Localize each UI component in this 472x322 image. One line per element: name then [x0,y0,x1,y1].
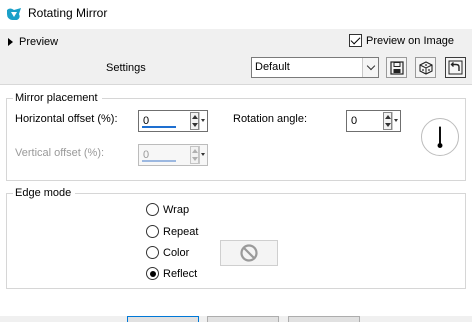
app-logo-icon [7,8,21,20]
angle-dial-icon[interactable] [421,118,459,156]
reset-button[interactable] [445,57,466,78]
edge-mode-reflect-option[interactable]: Reflect [146,267,197,280]
dropdown-arrow-icon [199,146,206,164]
dice-icon [418,60,433,75]
save-preset-button[interactable] [386,57,407,78]
preset-dropdown[interactable]: Default [251,57,379,78]
spin-arrows-icon[interactable] [383,112,392,130]
spin-arrows-icon[interactable] [190,112,199,130]
settings-panel: Mirror placement Horizontal offset (%): … [0,84,472,316]
floppy-disk-icon [389,60,404,75]
preview-on-image-checkbox[interactable]: Preview on Image [349,34,454,47]
settings-bar: Settings Default [0,54,472,82]
preview-label: Preview [19,36,59,48]
preview-bar: Preview Preview on Image [0,29,472,54]
window-title: Rotating Mirror [28,6,108,20]
horizontal-offset-spinner[interactable]: 0 [138,110,208,132]
edge-mode-reflect-label: Reflect [163,267,198,280]
radio-icon[interactable] [146,246,159,259]
cancel-button[interactable] [207,316,279,322]
vertical-offset-label: Vertical offset (%): [15,147,105,159]
randomize-button[interactable] [415,57,436,78]
no-color-icon [240,244,258,262]
edge-mode-repeat-option[interactable]: Repeat [146,225,198,238]
rotation-angle-spinner[interactable]: 0 [346,110,401,132]
preset-value: Default [255,61,290,73]
expand-arrow-icon [8,38,13,46]
edge-mode-color-label: Color [163,246,190,259]
value-slider-bar [142,160,176,162]
horizontal-offset-label: Horizontal offset (%): [15,113,118,125]
rotation-angle-value[interactable]: 0 [351,115,357,127]
radio-icon[interactable] [146,203,159,216]
ok-button[interactable] [127,316,199,322]
help-button[interactable] [288,316,360,322]
preview-on-image-label: Preview on Image [366,34,455,47]
spin-arrows-icon [190,146,199,164]
vertical-offset-spinner: 0 [138,144,208,166]
edge-mode-repeat-label: Repeat [163,225,199,238]
chevron-down-icon[interactable] [362,58,378,77]
mirror-placement-group: Mirror placement Horizontal offset (%): … [6,92,466,181]
dropdown-arrow-icon[interactable] [199,112,206,130]
edge-mode-heading: Edge mode [13,187,76,199]
preview-expander[interactable]: Preview [8,36,58,48]
radio-icon[interactable] [146,225,159,238]
settings-label: Settings [106,62,146,74]
radio-selected-icon[interactable] [146,267,159,280]
mirror-placement-heading: Mirror placement [13,92,102,104]
edge-mode-wrap-option[interactable]: Wrap [146,203,189,216]
dropdown-arrow-icon[interactable] [392,112,399,130]
title-bar: Rotating Mirror [0,0,472,29]
rotation-angle-label: Rotation angle: [233,113,307,125]
value-slider-bar[interactable] [142,126,176,128]
edge-mode-wrap-label: Wrap [163,203,190,216]
edge-color-swatch [220,240,278,266]
undo-icon [448,60,463,75]
checkbox-checked-icon[interactable] [349,34,362,47]
edge-mode-color-option[interactable]: Color [146,246,189,259]
